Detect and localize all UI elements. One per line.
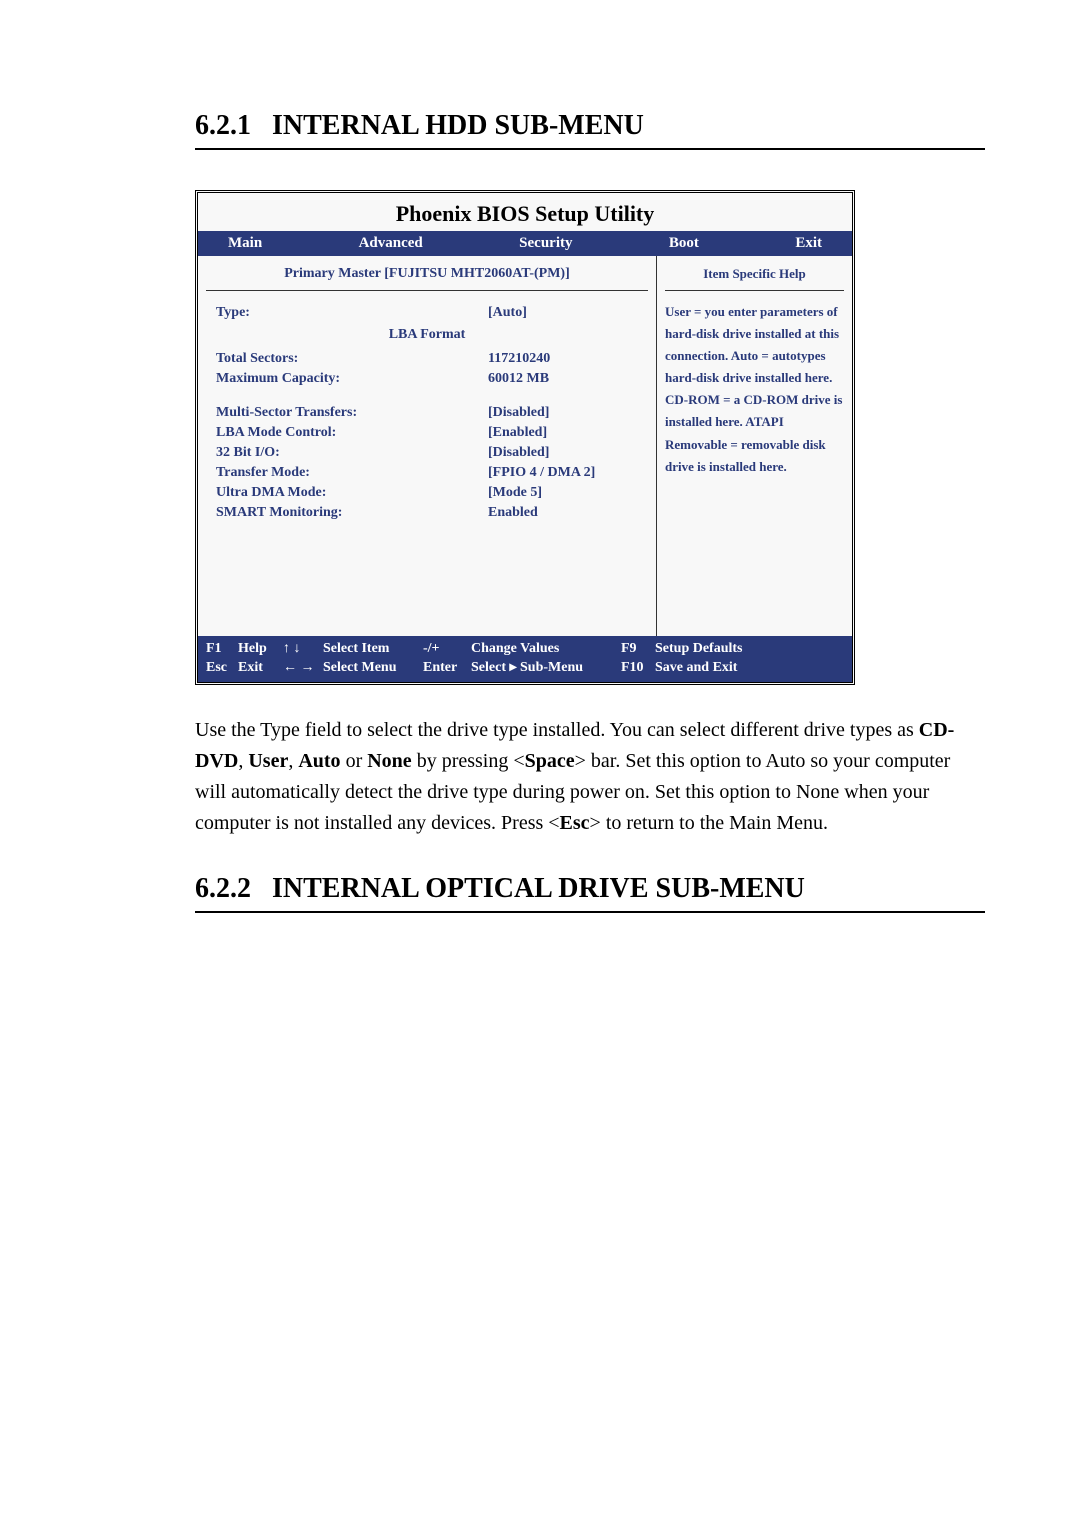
spacer (206, 389, 648, 403)
help-title: Item Specific Help (665, 266, 844, 291)
arrows-leftright-icon: ← → (283, 660, 323, 676)
field-type[interactable]: Type: [Auto] (206, 303, 648, 323)
field-multi-sector[interactable]: Multi-Sector Transfers: [Disabled] (206, 403, 648, 423)
action-select-item: Select Item (323, 641, 423, 657)
key-f9: F9 (621, 641, 655, 657)
bios-left-title: Primary Master [FUJITSU MHT2060AT-(PM)] (206, 266, 648, 291)
field-label: Transfer Mode: (216, 465, 488, 481)
field-label: LBA Mode Control: (216, 425, 488, 441)
field-label: Type: (216, 305, 488, 321)
field-label: Multi-Sector Transfers: (216, 405, 488, 421)
bios-help-pane: Item Specific Help User = you enter para… (657, 256, 852, 636)
section-title: INTERNAL HDD SUB-MENU (272, 110, 644, 141)
field-label: SMART Monitoring: (216, 505, 488, 521)
action-change-values: Change Values (471, 641, 621, 657)
field-value: [Auto] (488, 305, 638, 321)
key-enter: Enter (423, 660, 471, 676)
field-value: [Mode 5] (488, 485, 638, 501)
field-ultra-dma[interactable]: Ultra DMA Mode: [Mode 5] (206, 483, 648, 503)
field-value: [FPIO 4 / DMA 2] (488, 465, 638, 481)
action-help: Help (238, 641, 283, 657)
bold-none: None (367, 750, 411, 772)
field-lba-mode[interactable]: LBA Mode Control: [Enabled] (206, 423, 648, 443)
tab-security[interactable]: Security (519, 235, 572, 252)
tab-advanced[interactable]: Advanced (359, 235, 423, 252)
section-number: 6.2.1 (195, 110, 251, 142)
text: > to return to the Main Menu. (590, 812, 828, 834)
field-32bit-io[interactable]: 32 Bit I/O: [Disabled] (206, 443, 648, 463)
field-value: Enabled (488, 505, 638, 521)
key-f10: F10 (621, 660, 655, 676)
section-number: 6.2.2 (195, 873, 251, 905)
lba-format-heading: LBA Format (206, 323, 648, 349)
tab-main[interactable]: Main (228, 235, 262, 252)
bold-space: Space (525, 750, 575, 772)
field-max-capacity: Maximum Capacity: 60012 MB (206, 369, 648, 389)
field-label: Total Sectors: (216, 351, 488, 367)
text: by pressing < (412, 750, 525, 772)
bios-footer: F1 Help ↑ ↓ Select Item -/+ Change Value… (198, 636, 852, 682)
body-paragraph: Use the Type field to select the drive t… (195, 715, 985, 839)
arrows-updown-icon: ↑ ↓ (283, 641, 323, 657)
action-select-menu: Select Menu (323, 660, 423, 676)
key-esc: Esc (206, 660, 238, 676)
section-title: INTERNAL OPTICAL DRIVE SUB-MENU (272, 873, 805, 904)
bios-body: Primary Master [FUJITSU MHT2060AT-(PM)] … (198, 256, 852, 636)
bios-menubar: Main Advanced Security Boot Exit (198, 231, 852, 256)
bold-auto: Auto (298, 750, 340, 772)
action-setup-defaults: Setup Defaults (655, 641, 844, 657)
tab-boot[interactable]: Boot (669, 235, 699, 252)
bios-left-pane: Primary Master [FUJITSU MHT2060AT-(PM)] … (198, 256, 657, 636)
field-total-sectors: Total Sectors: 117210240 (206, 349, 648, 369)
field-value: [Disabled] (488, 405, 638, 421)
text: or (341, 750, 368, 772)
bold-user: User (248, 750, 288, 772)
field-value: [Disabled] (488, 445, 638, 461)
section-heading-621: 6.2.1 INTERNAL HDD SUB-MENU (195, 110, 985, 150)
field-value: [Enabled] (488, 425, 638, 441)
key-f1: F1 (206, 641, 238, 657)
text: , (238, 750, 248, 772)
field-label: Ultra DMA Mode: (216, 485, 488, 501)
action-save-exit: Save and Exit (655, 660, 844, 676)
text: Use the Type field to select the drive t… (195, 719, 919, 741)
field-value: 117210240 (488, 351, 638, 367)
text: , (288, 750, 298, 772)
section-heading-622: 6.2.2 INTERNAL OPTICAL DRIVE SUB-MENU (195, 873, 985, 913)
field-transfer-mode[interactable]: Transfer Mode: [FPIO 4 / DMA 2] (206, 463, 648, 483)
action-select-submenu: Select ▸ Sub-Menu (471, 659, 621, 676)
help-text: User = you enter parameters of hard-disk… (665, 301, 844, 478)
key-plusminus: -/+ (423, 641, 471, 657)
action-exit: Exit (238, 660, 283, 676)
tab-exit[interactable]: Exit (795, 235, 822, 252)
bold-esc: Esc (560, 812, 590, 834)
field-label: 32 Bit I/O: (216, 445, 488, 461)
field-smart: SMART Monitoring: Enabled (206, 503, 648, 523)
field-label: Maximum Capacity: (216, 371, 488, 387)
field-value: 60012 MB (488, 371, 638, 387)
bios-utility-title: Phoenix BIOS Setup Utility (198, 193, 852, 231)
bios-screenshot: Phoenix BIOS Setup Utility Main Advanced… (195, 190, 855, 685)
